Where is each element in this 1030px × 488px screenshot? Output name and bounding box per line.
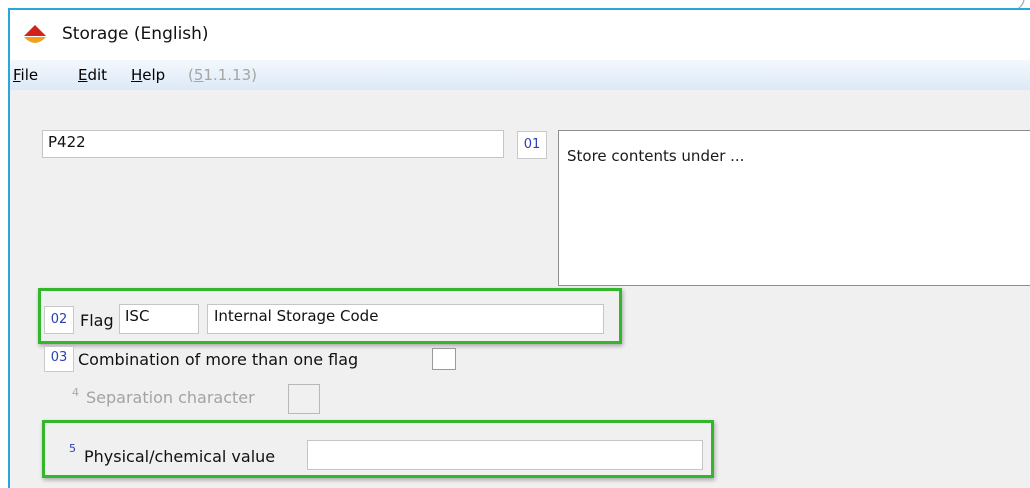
field-03-button[interactable]: 03 bbox=[44, 346, 74, 372]
separation-label: Separation character bbox=[86, 388, 255, 407]
flag-label: Flag bbox=[80, 311, 114, 330]
code-field[interactable]: P422 bbox=[42, 130, 504, 158]
title-bar: Storage (English) bbox=[10, 10, 1030, 60]
field-02-button[interactable]: 02 bbox=[44, 306, 74, 334]
separation-number: 4 bbox=[72, 386, 79, 399]
menu-edit[interactable]: Edit bbox=[78, 66, 107, 84]
flag-code-field[interactable]: ISC bbox=[119, 304, 199, 334]
menu-file[interactable]: File bbox=[13, 66, 38, 84]
menu-help[interactable]: Help bbox=[131, 66, 165, 84]
combination-checkbox[interactable] bbox=[432, 348, 456, 370]
combination-label: Combination of more than one flag bbox=[78, 350, 359, 369]
menu-bar: File Edit Help (51.1.13) bbox=[10, 60, 1030, 90]
physical-number: 5 bbox=[69, 442, 76, 455]
version-label: (51.1.13) bbox=[188, 66, 257, 84]
storage-app-icon bbox=[24, 25, 46, 43]
physical-chemical-label: Physical/chemical value bbox=[84, 447, 276, 466]
physical-chemical-value-field[interactable] bbox=[307, 440, 703, 470]
window-title: Storage (English) bbox=[62, 24, 209, 44]
flag-name-field[interactable]: Internal Storage Code bbox=[207, 304, 604, 334]
separation-character-field bbox=[288, 384, 320, 414]
storage-window: Storage (English) File Edit Help (51.1.1… bbox=[8, 8, 1030, 488]
description-text: Store contents under ... bbox=[567, 147, 745, 165]
description-textarea[interactable]: Store contents under ... bbox=[558, 130, 1030, 286]
field-01-button[interactable]: 01 bbox=[517, 131, 547, 159]
